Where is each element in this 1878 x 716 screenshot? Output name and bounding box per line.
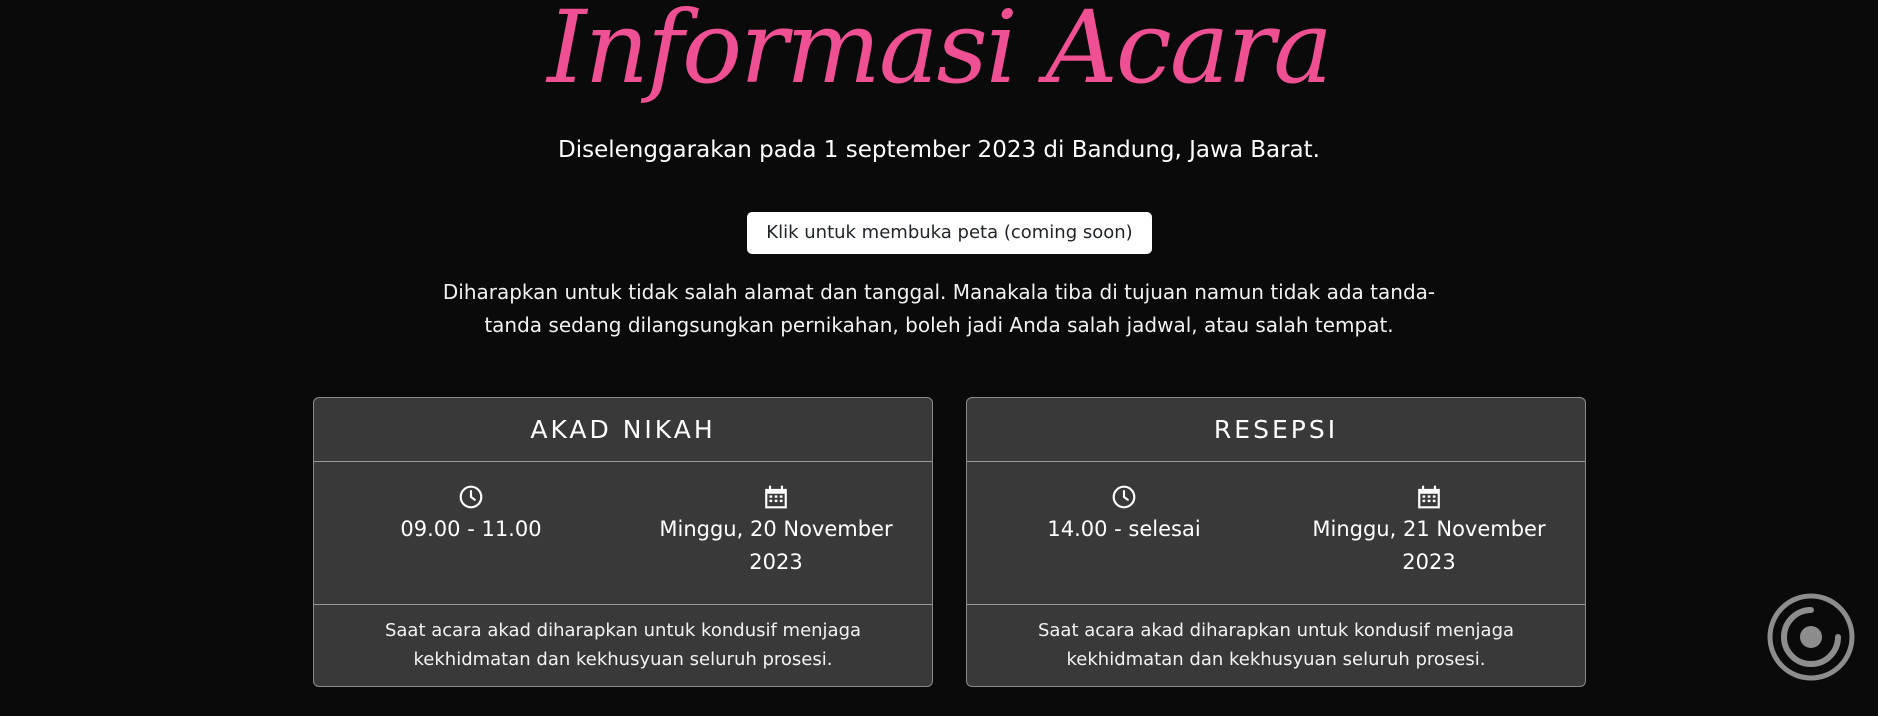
card-title: AKAD NIKAH <box>314 398 932 462</box>
card-details: 14.00 - selesai Minggu, 21 November 2023 <box>967 462 1585 605</box>
event-date: Minggu, 20 November 2023 <box>641 484 911 579</box>
card-description: Saat acara akad diharapkan untuk kondusi… <box>384 620 862 670</box>
open-map-button[interactable]: Klik untuk membuka peta (coming soon) <box>747 212 1152 254</box>
event-location-subtitle: Diselenggarakan pada 1 september 2023 di… <box>558 137 1320 163</box>
event-time-value: 14.00 - selesai <box>1047 517 1201 541</box>
card-title: RESEPSI <box>967 398 1585 462</box>
event-time-value: 09.00 - 11.00 <box>400 517 542 541</box>
card-details: 09.00 - 11.00 Minggu, 20 November 2023 <box>314 462 932 605</box>
music-disc-icon[interactable] <box>1766 592 1856 682</box>
clock-icon <box>1112 485 1136 509</box>
calendar-icon <box>765 485 787 509</box>
event-time: 14.00 - selesai <box>989 484 1259 546</box>
page-title: Informasi Acara <box>547 0 1333 106</box>
clock-icon <box>459 485 483 509</box>
akad-nikah-card: AKAD NIKAH 09.00 - 11.00 Minggu, 20 Nove… <box>313 397 933 687</box>
event-info-section: Informasi Acara Diselenggarakan pada 1 s… <box>0 0 1878 716</box>
resepsi-card: RESEPSI 14.00 - selesai Minggu, 21 Novem… <box>966 397 1586 687</box>
card-description: Saat acara akad diharapkan untuk kondusi… <box>1037 620 1515 670</box>
calendar-icon <box>1418 485 1440 509</box>
event-time: 09.00 - 11.00 <box>336 484 606 546</box>
event-date-value: Minggu, 20 November 2023 <box>659 517 893 574</box>
schedule-note: Diharapkan untuk tidak salah alamat dan … <box>442 280 1436 337</box>
event-date-value: Minggu, 21 November 2023 <box>1312 517 1546 574</box>
event-date: Minggu, 21 November 2023 <box>1294 484 1564 579</box>
